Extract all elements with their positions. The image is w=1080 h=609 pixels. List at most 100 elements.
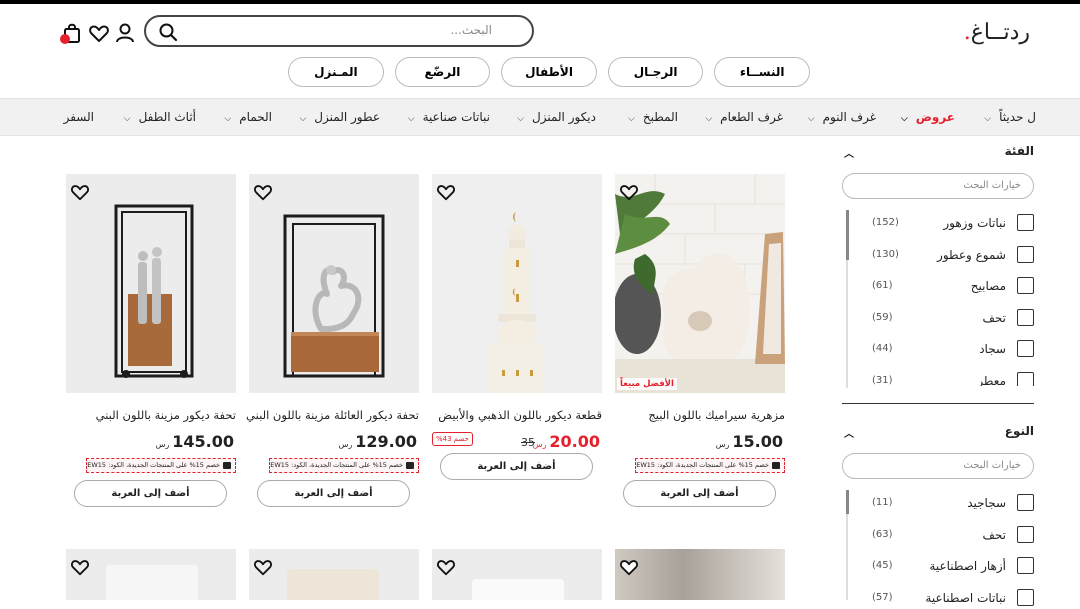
nav-item-home-fragrance[interactable]: عطور المنزل ⌵ (299, 110, 380, 124)
filter-option[interactable]: سجاد (44) (840, 340, 1040, 360)
filter-option[interactable]: نباتات اصطناعية (57) (840, 589, 1040, 609)
nav-label: نباتات صناعية (422, 110, 490, 124)
product-price: 129.00رس (339, 432, 417, 451)
checkbox[interactable] (1017, 557, 1034, 574)
product-image[interactable] (432, 174, 602, 393)
product-card[interactable]: تحفة ديكور العائلة مزينة باللون البني 12… (246, 174, 419, 514)
checkbox[interactable] (1017, 246, 1034, 263)
currency: رس (155, 440, 170, 449)
wishlist-heart-icon[interactable] (436, 557, 456, 577)
wishlist-heart-icon[interactable] (70, 557, 90, 577)
chevron-up-icon[interactable]: ︿ (844, 425, 854, 440)
wishlist-heart-icon[interactable] (436, 182, 456, 202)
header: .ردتــاغ النســاء الرجـال الأطفال الرضّع… (0, 4, 1080, 98)
product-image[interactable]: الأفضل مبيعاً (615, 174, 785, 393)
wishlist-heart-icon[interactable] (619, 182, 639, 202)
product-card[interactable] (66, 549, 236, 600)
checkbox[interactable] (1017, 340, 1034, 357)
category-home[interactable]: المـنزل (288, 57, 384, 87)
product-title[interactable]: تحفة ديكور العائلة مزينة باللون البني (244, 408, 419, 422)
product-image[interactable] (249, 174, 419, 393)
nav-label: الحمام (239, 110, 272, 124)
add-to-cart-button[interactable]: أضف إلى العربة (74, 480, 227, 507)
category-filter-search[interactable]: خيارات البحث (842, 173, 1034, 199)
nav-item-travel[interactable]: السفر (64, 110, 94, 124)
category-babies[interactable]: الرضّع (394, 57, 491, 87)
filter-option[interactable]: سجاجيد (11) (840, 494, 1040, 514)
nav-item-dining[interactable]: غرف الطعام ⌵ (705, 110, 783, 124)
product-card[interactable] (249, 549, 419, 600)
checkbox[interactable] (1017, 309, 1034, 326)
chevron-down-icon: ⌵ (517, 114, 524, 124)
checkbox[interactable] (1017, 494, 1034, 511)
filter-option[interactable]: معطر (31) (840, 372, 1040, 386)
category-men[interactable]: الرجـال (607, 57, 704, 87)
filter-label: مصابيح (970, 279, 1006, 293)
filter-label: معطر (977, 374, 1006, 386)
checkbox[interactable] (1017, 372, 1034, 386)
nav-label: غرف الطعام (720, 110, 783, 124)
nav-item-baby-furniture[interactable]: أثاث الطفل ⌵ (124, 110, 196, 124)
promo-text: خصم 15% على المنتجات الجديدة، الكود: NEW… (636, 461, 769, 469)
product-image[interactable] (66, 549, 236, 600)
product-title[interactable]: تحفة ديكور مزينة باللون البني (61, 408, 236, 422)
add-to-cart-button[interactable]: أضف إلى العربة (440, 453, 593, 480)
product-title[interactable]: مزهرية سيراميك باللون البيج (610, 408, 785, 422)
nav-item-home-decor[interactable]: ديكور المنزل ⌵ (517, 110, 596, 124)
checkbox[interactable] (1017, 277, 1034, 294)
nav-item-bedrooms[interactable]: غرف النوم ⌵ (808, 110, 876, 124)
wishlist-heart-icon[interactable] (253, 182, 273, 202)
price-amount: 20.00 (549, 432, 600, 451)
checkbox[interactable] (1017, 214, 1034, 231)
filter-label: شموع وعطور (937, 248, 1006, 262)
product-card[interactable] (432, 549, 602, 600)
product-image[interactable] (66, 174, 236, 393)
chevron-down-icon: ⌵ (224, 114, 232, 124)
nav-item-bathroom[interactable]: الحمام ⌵ (224, 110, 272, 124)
tag-icon (406, 461, 414, 469)
product-card[interactable]: تحفة ديكور مزينة باللون البني 145.00رس خ… (66, 174, 236, 514)
wishlist-heart-icon[interactable] (70, 182, 90, 202)
heart-icon[interactable] (88, 22, 110, 44)
add-to-cart-button[interactable]: أضف إلى العربة (257, 480, 410, 507)
product-card[interactable]: قطعة ديكور باللون الذهبي والأبيض 20.00رس… (432, 174, 602, 484)
promo-text: خصم 15% على المنتجات الجديدة، الكود: NEW… (270, 461, 403, 469)
search-icon[interactable] (158, 22, 178, 42)
filter-option[interactable]: أزهار اصطناعية (45) (840, 557, 1040, 577)
tag-icon (772, 461, 780, 469)
chevron-up-icon[interactable]: ︿ (844, 145, 854, 160)
product-card[interactable] (615, 549, 785, 600)
add-to-cart-button[interactable]: أضف إلى العربة (623, 480, 776, 507)
filter-option[interactable]: مصابيح (61) (840, 277, 1040, 297)
wishlist-heart-icon[interactable] (253, 557, 273, 577)
nav-item-new[interactable]: ل حديثاً ⌵ (984, 110, 1036, 124)
filter-option[interactable]: تحف (63) (840, 526, 1040, 546)
product-image[interactable] (249, 549, 419, 600)
product-title[interactable]: قطعة ديكور باللون الذهبي والأبيض (427, 408, 602, 422)
product-image[interactable] (615, 549, 785, 600)
nav-item-kitchen[interactable]: المطبخ ⌵ (628, 110, 678, 124)
discount-badge: خصم 43% (432, 432, 473, 446)
search-input[interactable] (192, 23, 492, 37)
category-women[interactable]: النســاء (714, 57, 810, 87)
category-kids[interactable]: الأطفال (501, 57, 597, 87)
nav-label: ل حديثاً (999, 110, 1036, 124)
nav-item-offers[interactable]: عروض ⌵ (901, 110, 955, 124)
filter-option[interactable]: شموع وعطور (130) (840, 246, 1040, 266)
nav-label: عطور المنزل (314, 110, 380, 124)
filter-option[interactable]: تحف (59) (840, 309, 1040, 329)
subcategory-nav: ل حديثاً ⌵ عروض ⌵ غرف النوم ⌵ غرف الطعام ⌵ ا… (0, 98, 1080, 136)
wishlist-heart-icon[interactable] (619, 557, 639, 577)
search-bar[interactable] (144, 15, 534, 47)
user-icon[interactable] (114, 22, 136, 44)
nav-item-artificial-plants[interactable]: نباتات صناعية ⌵ (408, 110, 490, 124)
product-image[interactable] (432, 549, 602, 600)
filter-option[interactable]: نباتات وزهور (152) (840, 214, 1040, 234)
nav-label: المطبخ (642, 110, 678, 124)
logo[interactable]: .ردتــاغ (964, 20, 1030, 45)
checkbox[interactable] (1017, 526, 1034, 543)
checkbox[interactable] (1017, 589, 1034, 606)
product-price: 15.00رس (716, 432, 783, 451)
product-card[interactable]: الأفضل مبيعاً مزهرية سيراميك باللون البي… (615, 174, 785, 514)
type-filter-search[interactable]: خيارات البحث (842, 453, 1034, 479)
